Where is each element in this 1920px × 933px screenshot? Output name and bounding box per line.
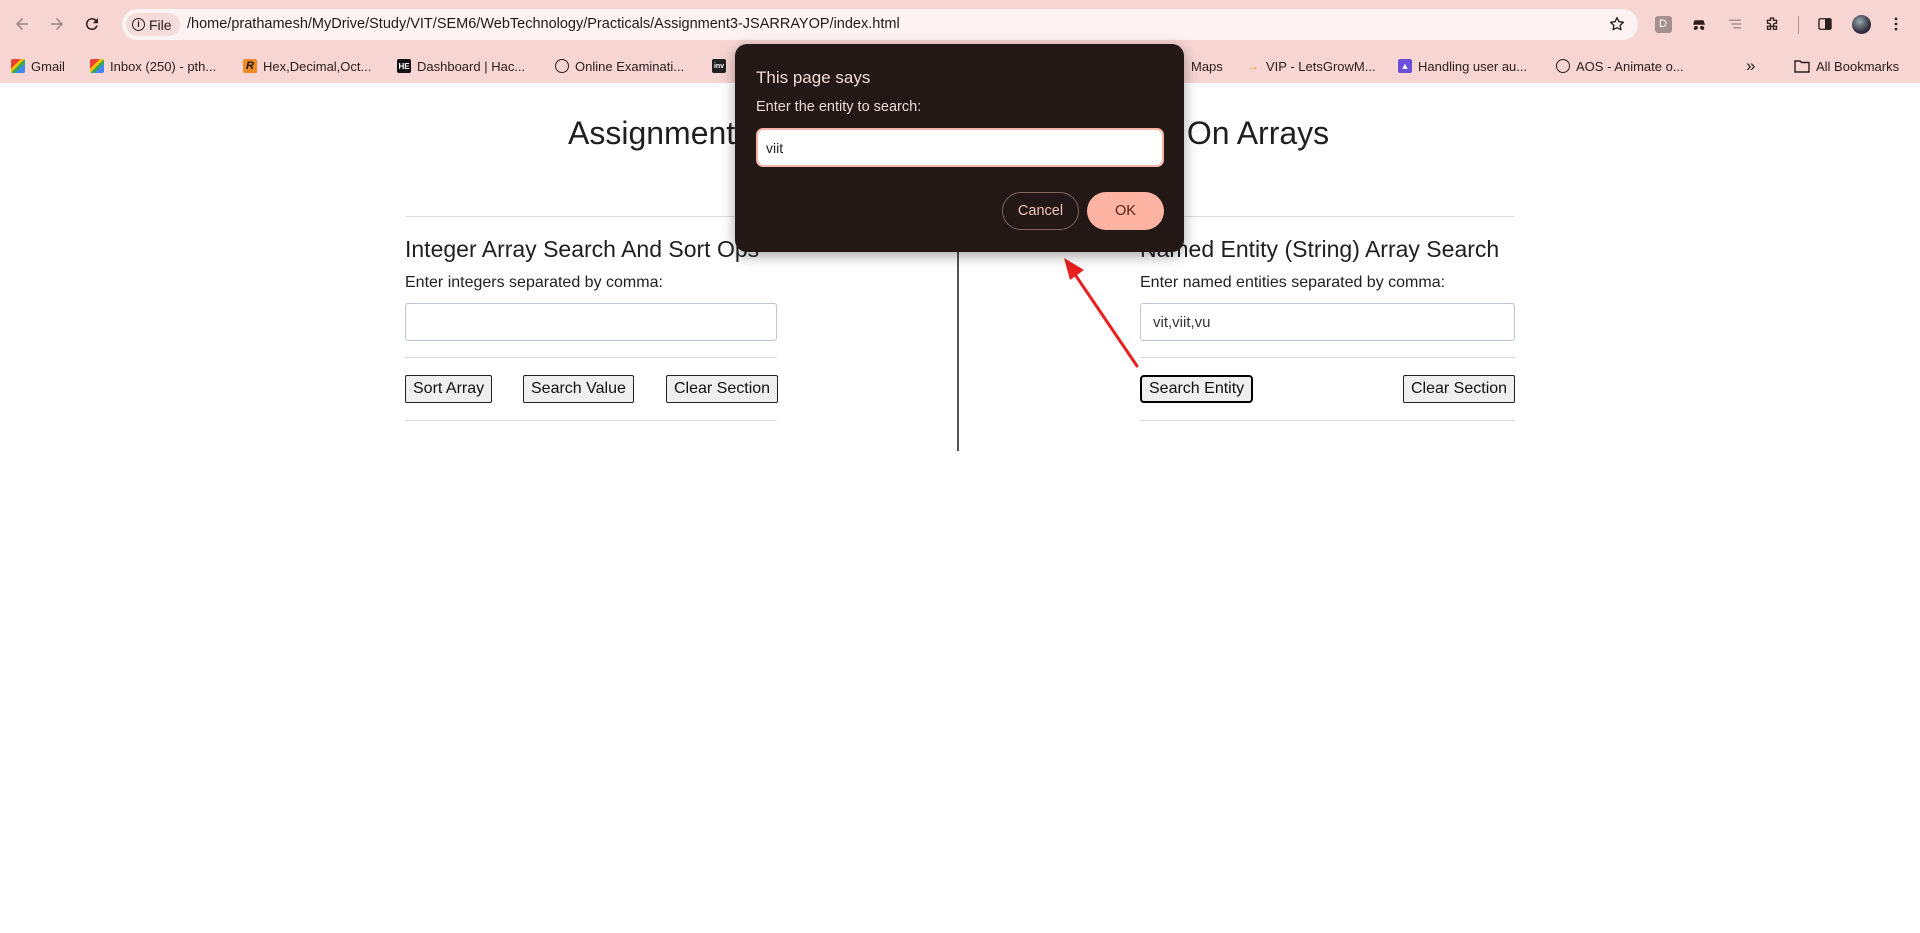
reload-icon	[85, 18, 98, 31]
dialog-ok-button[interactable]: OK	[1087, 192, 1164, 230]
dialog-cancel-button[interactable]: Cancel	[1002, 192, 1079, 230]
extensions-puzzle-icon[interactable]	[1762, 14, 1782, 34]
bookmark-gmail[interactable]: Gmail	[11, 55, 65, 77]
int-section-title: Integer Array Search And Sort Ops	[405, 236, 760, 262]
folder-icon	[1794, 60, 1810, 73]
rocket-icon: ▲	[1398, 59, 1412, 73]
dialog-message: Enter the entity to search:	[756, 99, 922, 115]
bookmark-handling-user[interactable]: ▲ Handling user au...	[1398, 55, 1527, 77]
sort-array-button[interactable]: Sort Array	[405, 375, 493, 403]
forward-arrow-icon	[51, 18, 63, 30]
back-button[interactable]	[10, 12, 34, 36]
bookmark-vip[interactable]: → VIP - LetsGrowM...	[1246, 55, 1376, 77]
avatar-icon	[1851, 14, 1871, 34]
int-section-label: Enter integers separated by comma:	[405, 274, 663, 291]
info-icon: i	[132, 18, 145, 31]
bookmark-aos[interactable]: AOS - Animate o...	[1556, 55, 1684, 77]
extension-puzzle-dark-icon[interactable]	[1689, 14, 1709, 34]
back-arrow-icon	[16, 18, 28, 30]
str-section-title: Named Entity (String) Array Search	[1140, 236, 1500, 262]
all-bookmarks-button[interactable]: All Bookmarks	[1794, 55, 1899, 77]
bookmark-dashboard[interactable]: HE Dashboard | Hac...	[397, 55, 525, 77]
url-text[interactable]: /home/prathamesh/MyDrive/Study/VIT/SEM6/…	[187, 16, 900, 32]
int-rule-lower	[405, 420, 777, 421]
search-value-button[interactable]: Search Value	[523, 375, 634, 403]
bookmark-hex-decimal[interactable]: R Hex,Decimal,Oct...	[243, 55, 371, 77]
dialog-entity-input[interactable]	[756, 128, 1164, 167]
int-rule-upper	[405, 357, 777, 358]
prompt-dialog: This page says Enter the entity to searc…	[735, 44, 1184, 252]
integer-input[interactable]	[405, 303, 777, 341]
more-bookmarks-button[interactable]: »	[1746, 55, 1755, 77]
bookmark-inbox[interactable]: Inbox (250) - pth...	[90, 55, 216, 77]
globe-icon	[555, 59, 569, 73]
bookmark-inv[interactable]: inv	[712, 55, 726, 77]
dialog-title: This page says	[756, 68, 871, 87]
r-logo-icon: R	[243, 59, 257, 73]
bookmark-maps[interactable]: Maps	[1191, 55, 1223, 77]
site-chip-label: File	[149, 16, 172, 33]
address-bar[interactable]: i File /home/prathamesh/MyDrive/Study/VI…	[122, 9, 1638, 40]
globe-icon	[1556, 59, 1570, 73]
int-clear-section-button[interactable]: Clear Section	[666, 375, 779, 403]
spy-extension-icon	[1693, 20, 1705, 30]
gmail-icon	[11, 59, 25, 73]
str-section-label: Enter named entities separated by comma:	[1140, 274, 1446, 291]
entity-input[interactable]	[1140, 303, 1515, 341]
search-entity-button[interactable]: Search Entity	[1140, 375, 1254, 403]
arrow-icon: →	[1247, 59, 1259, 73]
annotation-arrow-icon	[1064, 258, 1139, 368]
browser-menu-button[interactable]	[1886, 14, 1906, 34]
extension-d-icon[interactable]: D	[1653, 14, 1673, 34]
bookmark-online-exam[interactable]: Online Examinati...	[555, 55, 684, 77]
toolbar-separator	[1798, 16, 1799, 34]
gmail-icon	[90, 59, 104, 73]
side-panel-icon[interactable]	[1815, 14, 1835, 34]
str-rule-upper	[1140, 357, 1515, 358]
profile-avatar[interactable]	[1851, 14, 1871, 34]
site-info-chip[interactable]: i File	[126, 13, 180, 36]
browser-toolbar: i File /home/prathamesh/MyDrive/Study/VI…	[0, 0, 1920, 49]
bookmark-star-icon[interactable]	[1608, 15, 1626, 33]
hackerearth-icon: HE	[397, 59, 411, 73]
kebab-menu-icon	[1894, 17, 1898, 31]
str-clear-section-button[interactable]: Clear Section	[1403, 375, 1516, 403]
double-chevron-icon: »	[1746, 56, 1756, 75]
forward-button[interactable]	[45, 12, 69, 36]
reading-list-icon[interactable]	[1725, 14, 1745, 34]
inv-logo-icon: inv	[712, 59, 726, 73]
str-rule-lower	[1140, 420, 1515, 421]
reload-button[interactable]	[80, 12, 104, 36]
